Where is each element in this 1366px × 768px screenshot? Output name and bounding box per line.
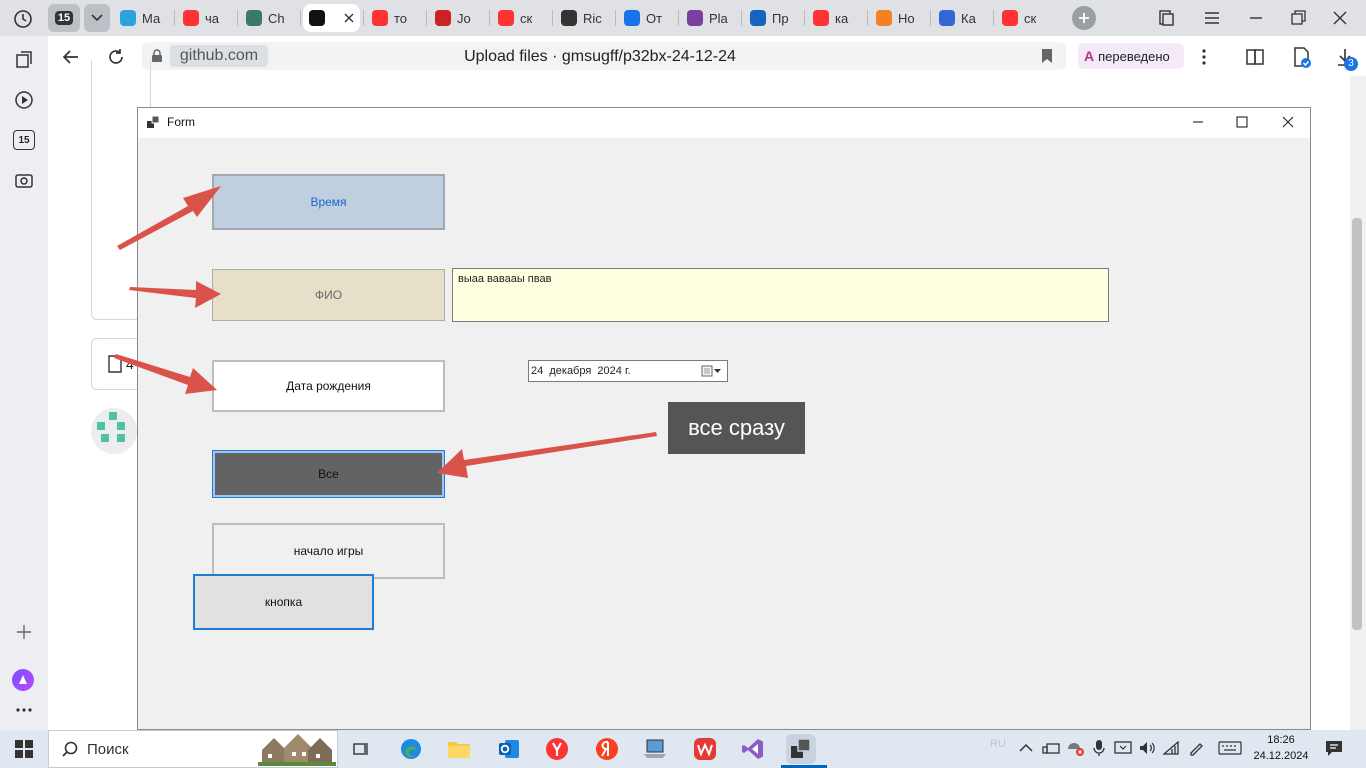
windows-start-icon[interactable] — [14, 739, 34, 759]
search-icon — [61, 740, 79, 758]
search-label: Поиск — [87, 740, 129, 758]
yandex-icon[interactable] — [592, 734, 622, 764]
tray-volume-icon[interactable] — [1138, 740, 1156, 756]
tray-network-error-icon[interactable] — [1066, 739, 1086, 757]
arrow-to-fio-button — [129, 281, 221, 308]
arrow-to-time-button — [117, 186, 221, 250]
tray-pen-icon[interactable] — [1188, 740, 1206, 756]
file-explorer-icon[interactable] — [444, 734, 474, 764]
form-app-taskbar-icon[interactable] — [786, 734, 816, 764]
tray-language[interactable]: RU — [990, 738, 1006, 750]
outlook-icon[interactable] — [494, 734, 524, 764]
yandex-browser-icon[interactable] — [542, 734, 572, 764]
tray-time: 18:26 — [1267, 734, 1295, 746]
annotation-arrows — [114, 186, 657, 478]
arrow-to-all-button — [437, 432, 657, 478]
edge-icon[interactable] — [396, 734, 426, 764]
notifications-icon[interactable] — [1324, 739, 1344, 757]
tray-chevron-icon[interactable] — [1018, 741, 1034, 755]
tray-microphone-icon[interactable] — [1092, 739, 1106, 757]
laptop-icon[interactable] — [640, 734, 670, 764]
tray-screen-icon[interactable] — [1114, 740, 1132, 756]
tray-device-icon[interactable] — [1042, 740, 1060, 756]
wps-office-icon[interactable] — [690, 734, 720, 764]
tray-keyboard-icon[interactable] — [1218, 741, 1242, 755]
visual-studio-icon[interactable] — [738, 734, 768, 764]
tray-date: 24.12.2024 — [1253, 750, 1309, 762]
houses-icon — [258, 732, 336, 766]
tray-wifi-icon[interactable] — [1162, 740, 1180, 756]
tray-clock[interactable]: 18:26 24.12.2024 — [1250, 732, 1312, 766]
task-view-icon[interactable] — [346, 734, 376, 764]
arrow-to-birth-button — [114, 354, 217, 394]
